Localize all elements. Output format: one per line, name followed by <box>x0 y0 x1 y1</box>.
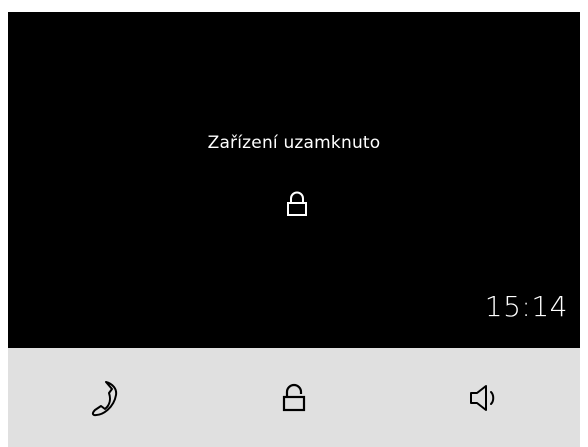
lock-screen: Zařízení uzamknuto 15:14 <box>8 12 580 348</box>
phone-handset-icon <box>86 379 120 417</box>
call-button[interactable] <box>8 348 198 447</box>
lock-icon <box>286 190 308 218</box>
device-frame: Zařízení uzamknuto 15:14 <box>0 0 588 447</box>
speaker-button[interactable] <box>390 348 580 447</box>
unlock-button[interactable] <box>199 348 389 447</box>
locked-status-text: Zařízení uzamknuto <box>207 133 381 153</box>
lock-icon <box>282 383 306 413</box>
bottom-action-bar <box>8 348 580 447</box>
clock-time: 15:14 <box>484 290 568 323</box>
speaker-icon <box>468 383 502 413</box>
